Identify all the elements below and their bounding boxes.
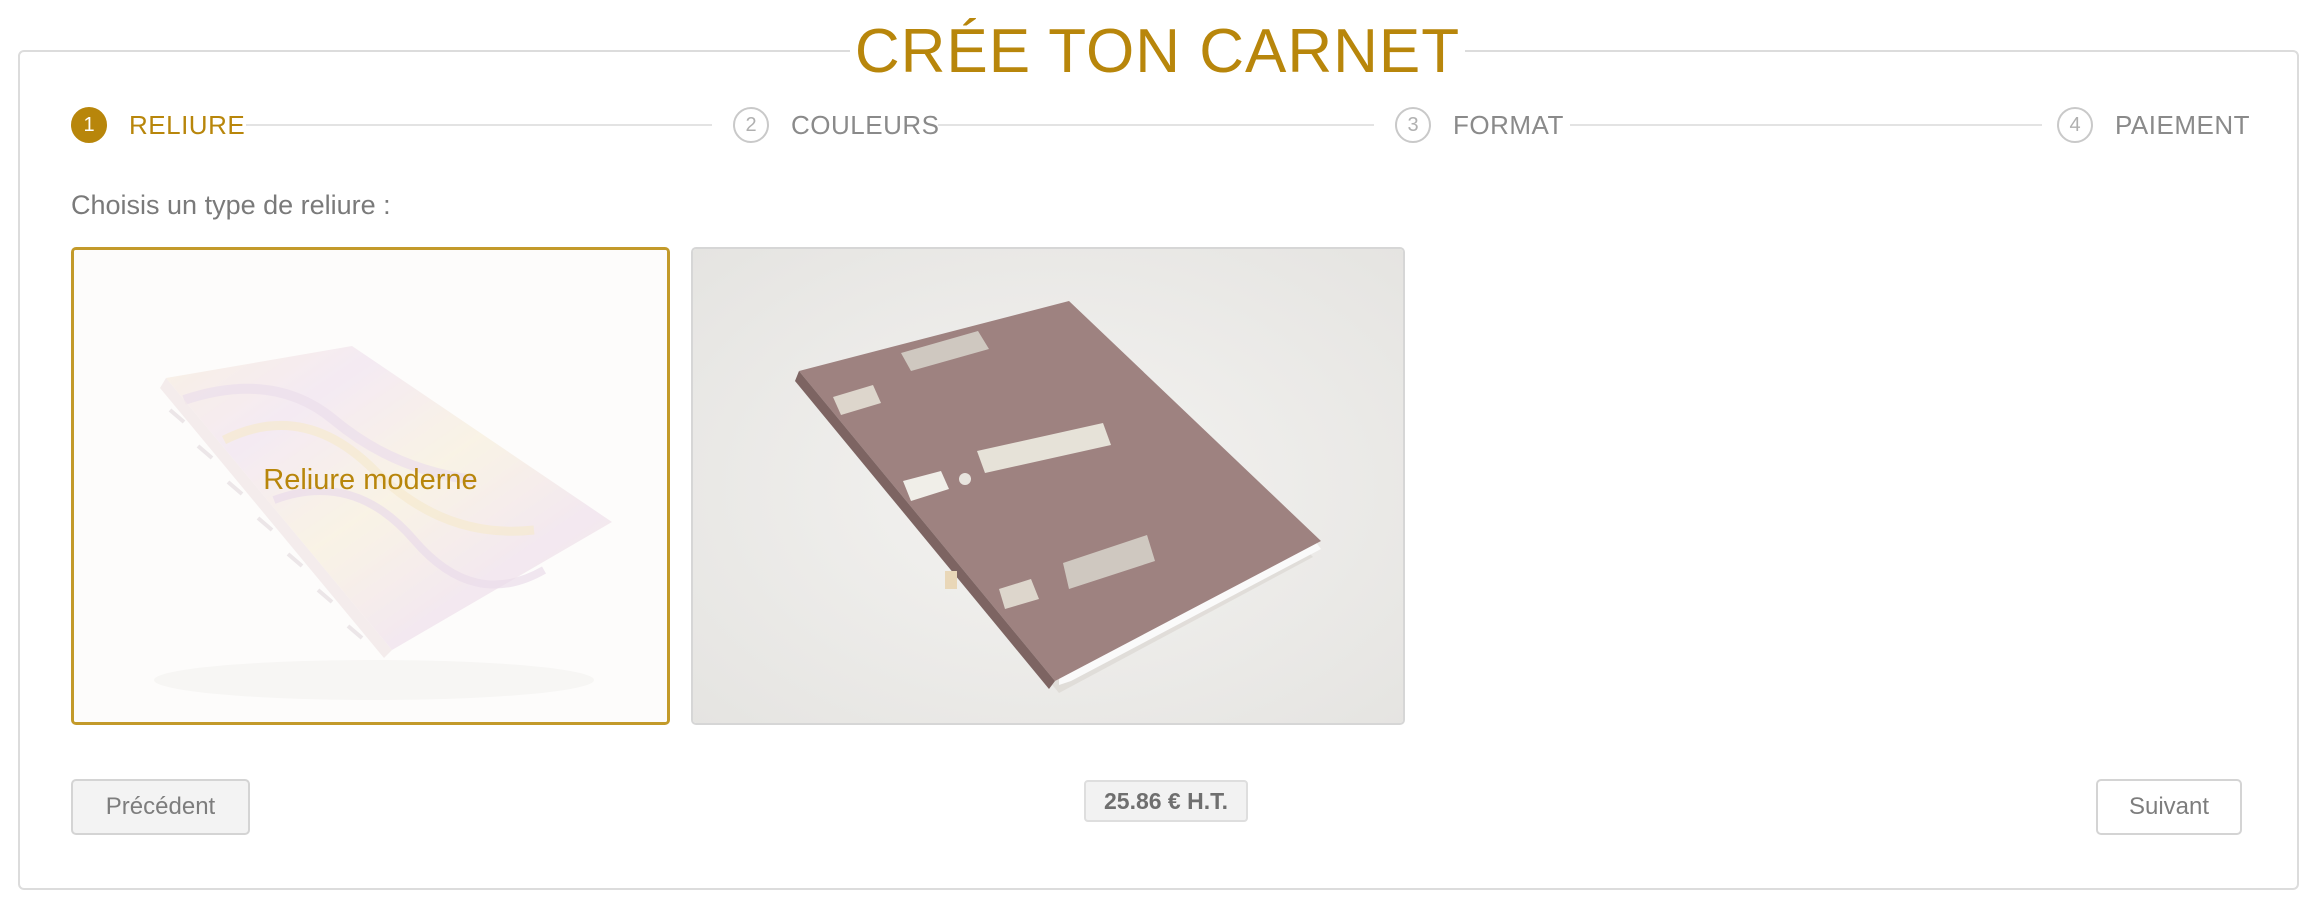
step-label: COULEURS <box>791 109 940 140</box>
binding-option-label: Reliure moderne <box>263 464 478 496</box>
page-title: CRÉE TON CARNET <box>850 14 1465 90</box>
step-number: 2 <box>733 107 769 143</box>
previous-button[interactable]: Précédent <box>71 779 250 835</box>
step-paiement[interactable]: 4 PAIEMENT <box>2057 106 2250 144</box>
step-format[interactable]: 3 FORMAT <box>1395 106 1564 144</box>
step-connector <box>938 124 1374 126</box>
binding-prompt: Choisis un type de reliure : <box>71 190 391 220</box>
price-badge: 25.86 € H.T. <box>1084 780 1248 822</box>
step-couleurs[interactable]: 2 COULEURS <box>733 106 939 144</box>
binding-option-moderne[interactable]: Reliure moderne <box>71 247 670 725</box>
step-number: 3 <box>1395 107 1431 143</box>
step-label: RELIURE <box>129 109 246 140</box>
step-label: FORMAT <box>1453 109 1564 140</box>
step-number: 4 <box>2057 107 2093 143</box>
step-connector <box>1570 124 2042 126</box>
step-label: PAIEMENT <box>2115 109 2250 140</box>
step-reliure[interactable]: 1 RELIURE <box>71 106 245 144</box>
step-connector <box>246 124 712 126</box>
next-button[interactable]: Suivant <box>2096 779 2242 835</box>
brown-notebook-image <box>693 249 1403 723</box>
step-number: 1 <box>71 107 107 143</box>
binding-option-2[interactable] <box>691 247 1405 725</box>
